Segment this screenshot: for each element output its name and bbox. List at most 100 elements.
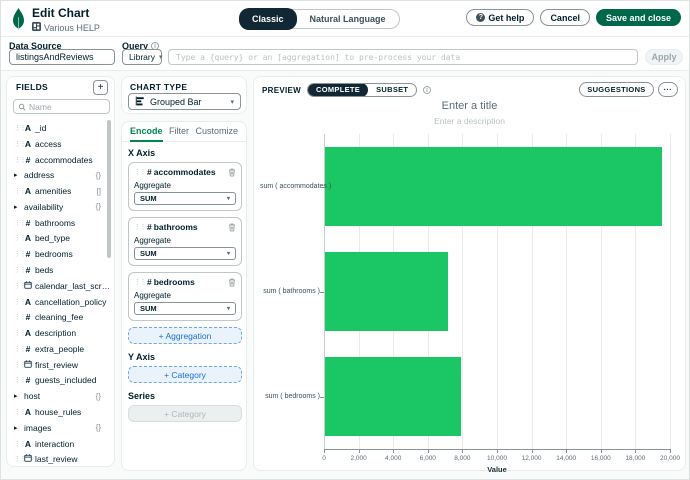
expand-icon[interactable]: ▸ — [14, 171, 20, 179]
suggestions-button[interactable]: SUGGESTIONS — [579, 82, 653, 97]
save-and-close-button[interactable]: Save and close — [596, 9, 681, 26]
number-type-icon: # — [24, 249, 32, 259]
drag-handle-icon[interactable]: ⋮⋮ — [14, 440, 21, 448]
trash-icon[interactable] — [228, 278, 236, 287]
x-tick-mark — [462, 450, 463, 453]
drag-handle-icon[interactable]: ⋮⋮ — [14, 298, 21, 306]
drag-handle-icon[interactable]: ⋮⋮ — [14, 266, 21, 274]
sample-info-icon[interactable] — [423, 86, 431, 94]
field-search-box — [13, 99, 110, 114]
field-item-extra_people[interactable]: ⋮⋮#extra_people — [7, 341, 110, 357]
field-item-last_review[interactable]: ⋮⋮last_review — [7, 451, 110, 467]
date-type-icon — [24, 454, 32, 464]
drag-handle-icon[interactable]: ⋮⋮ — [14, 250, 21, 258]
drag-handle-icon[interactable]: ⋮⋮ — [14, 219, 21, 227]
drag-handle-icon[interactable]: ⋮⋮ — [14, 234, 21, 242]
aggregate-select[interactable]: SUM▾ — [134, 302, 236, 315]
expand-icon[interactable]: ▸ — [14, 203, 20, 211]
field-item-bedrooms[interactable]: ⋮⋮#bedrooms — [7, 246, 110, 262]
series-label: Series — [128, 391, 242, 401]
apply-button[interactable]: Apply — [645, 49, 683, 65]
expand-icon[interactable]: ▸ — [14, 424, 20, 432]
cancel-button[interactable]: Cancel — [540, 9, 590, 26]
chevron-down-icon: ▾ — [227, 305, 230, 312]
chart-type-select[interactable]: Grouped Bar ▾ — [128, 93, 241, 110]
drag-handle-icon[interactable]: ⋮⋮ — [14, 313, 21, 321]
drag-handle-icon[interactable]: ⋮⋮ — [134, 278, 141, 286]
drag-handle-icon[interactable]: ⋮⋮ — [14, 156, 21, 164]
drag-handle-icon[interactable]: ⋮⋮ — [14, 455, 21, 463]
chart-title-placeholder[interactable]: Enter a title — [254, 100, 685, 112]
field-item-access[interactable]: ⋮⋮Aaccess — [7, 136, 110, 152]
field-name: _id — [35, 123, 46, 133]
fields-scrollbar[interactable] — [107, 120, 111, 258]
field-item-availability[interactable]: ▸availability{} — [7, 199, 110, 215]
drag-handle-icon[interactable]: ⋮⋮ — [14, 345, 21, 353]
field-item-guests_included[interactable]: ⋮⋮#guests_included — [7, 372, 110, 388]
tab-filter[interactable]: Filter — [169, 122, 189, 142]
field-item-bathrooms[interactable]: ⋮⋮#bathrooms — [7, 215, 110, 231]
number-type-icon: # — [147, 167, 152, 177]
field-item-images[interactable]: ▸images{} — [7, 420, 110, 436]
tab-encode[interactable]: Encode — [130, 122, 163, 142]
x-tick-label: 6,000 — [413, 455, 443, 462]
field-name: description — [35, 328, 76, 338]
drag-handle-icon[interactable]: ⋮⋮ — [14, 361, 21, 369]
toggle-subset[interactable]: SUBSET — [368, 83, 416, 97]
aggregate-select[interactable]: SUM▾ — [134, 192, 236, 205]
field-item-_id[interactable]: ⋮⋮A_id — [7, 120, 110, 136]
field-item-calendar_last_scr[interactable]: ⋮⋮calendar_last_scr… — [7, 278, 110, 294]
x-tick-mark — [670, 450, 671, 453]
drag-handle-icon[interactable]: ⋮⋮ — [14, 124, 21, 132]
encode-tabs: Encode Filter Customize — [122, 122, 246, 142]
add-category-button[interactable]: + Category — [128, 366, 242, 383]
add-field-button[interactable]: + — [93, 80, 108, 95]
field-item-accommodates[interactable]: ⋮⋮#accommodates — [7, 152, 110, 168]
field-search-input[interactable] — [29, 102, 99, 112]
query-input[interactable] — [168, 49, 638, 65]
get-help-button[interactable]: ? Get help — [466, 9, 534, 26]
drag-handle-icon[interactable]: ⋮⋮ — [14, 282, 21, 290]
field-item-first_review[interactable]: ⋮⋮first_review — [7, 357, 110, 373]
drag-handle-icon[interactable]: ⋮⋮ — [14, 187, 21, 195]
tab-customize[interactable]: Customize — [195, 122, 238, 142]
string-type-icon: A — [24, 297, 32, 307]
x-tick-label: 12,000 — [517, 455, 547, 462]
page-title: Edit Chart — [32, 6, 100, 20]
field-name: beds — [35, 265, 53, 275]
field-item-interaction[interactable]: ⋮⋮Ainteraction — [7, 436, 110, 452]
drag-handle-icon[interactable]: ⋮⋮ — [14, 376, 21, 384]
x-tick-label: 14,000 — [551, 455, 581, 462]
field-item-amenities[interactable]: ⋮⋮Aamenities[] — [7, 183, 110, 199]
drag-handle-icon[interactable]: ⋮⋮ — [14, 140, 21, 148]
field-item-bed_type[interactable]: ⋮⋮Abed_type — [7, 230, 110, 246]
drag-handle-icon[interactable]: ⋮⋮ — [14, 329, 21, 337]
query-mode-select[interactable]: Library▾ — [122, 49, 162, 65]
drag-handle-icon[interactable]: ⋮⋮ — [134, 223, 141, 231]
encoded-field-name: bathrooms — [154, 222, 198, 232]
drag-handle-icon[interactable]: ⋮⋮ — [134, 168, 141, 176]
field-item-address[interactable]: ▸address{} — [7, 167, 110, 183]
data-source-select[interactable]: listingsAndReviews — [9, 49, 115, 65]
more-menu-button[interactable]: ··· — [658, 82, 678, 97]
field-item-house_rules[interactable]: ⋮⋮Ahouse_rules — [7, 404, 110, 420]
x-tick-label: 16,000 — [586, 455, 616, 462]
expand-icon[interactable]: ▸ — [14, 392, 20, 400]
aggregate-select[interactable]: SUM▾ — [134, 247, 236, 260]
field-item-cleaning_fee[interactable]: ⋮⋮#cleaning_fee — [7, 309, 110, 325]
field-name: extra_people — [35, 344, 84, 354]
string-type-icon: A — [24, 186, 32, 196]
field-item-beds[interactable]: ⋮⋮#beds — [7, 262, 110, 278]
field-item-cancellation_policy[interactable]: ⋮⋮Acancellation_policy — [7, 294, 110, 310]
field-item-description[interactable]: ⋮⋮Adescription — [7, 325, 110, 341]
trash-icon[interactable] — [228, 168, 236, 177]
field-item-host[interactable]: ▸host{} — [7, 388, 110, 404]
chart-description-placeholder[interactable]: Enter a description — [254, 116, 685, 126]
mode-classic[interactable]: Classic — [239, 8, 297, 30]
trash-icon[interactable] — [228, 223, 236, 232]
toggle-complete[interactable]: COMPLETE — [308, 83, 368, 97]
dashboard-name: Various HELP — [44, 23, 100, 33]
add-aggregation-button[interactable]: + Aggregation — [128, 327, 242, 344]
drag-handle-icon[interactable]: ⋮⋮ — [14, 408, 21, 416]
mode-natural-language[interactable]: Natural Language — [297, 9, 399, 29]
